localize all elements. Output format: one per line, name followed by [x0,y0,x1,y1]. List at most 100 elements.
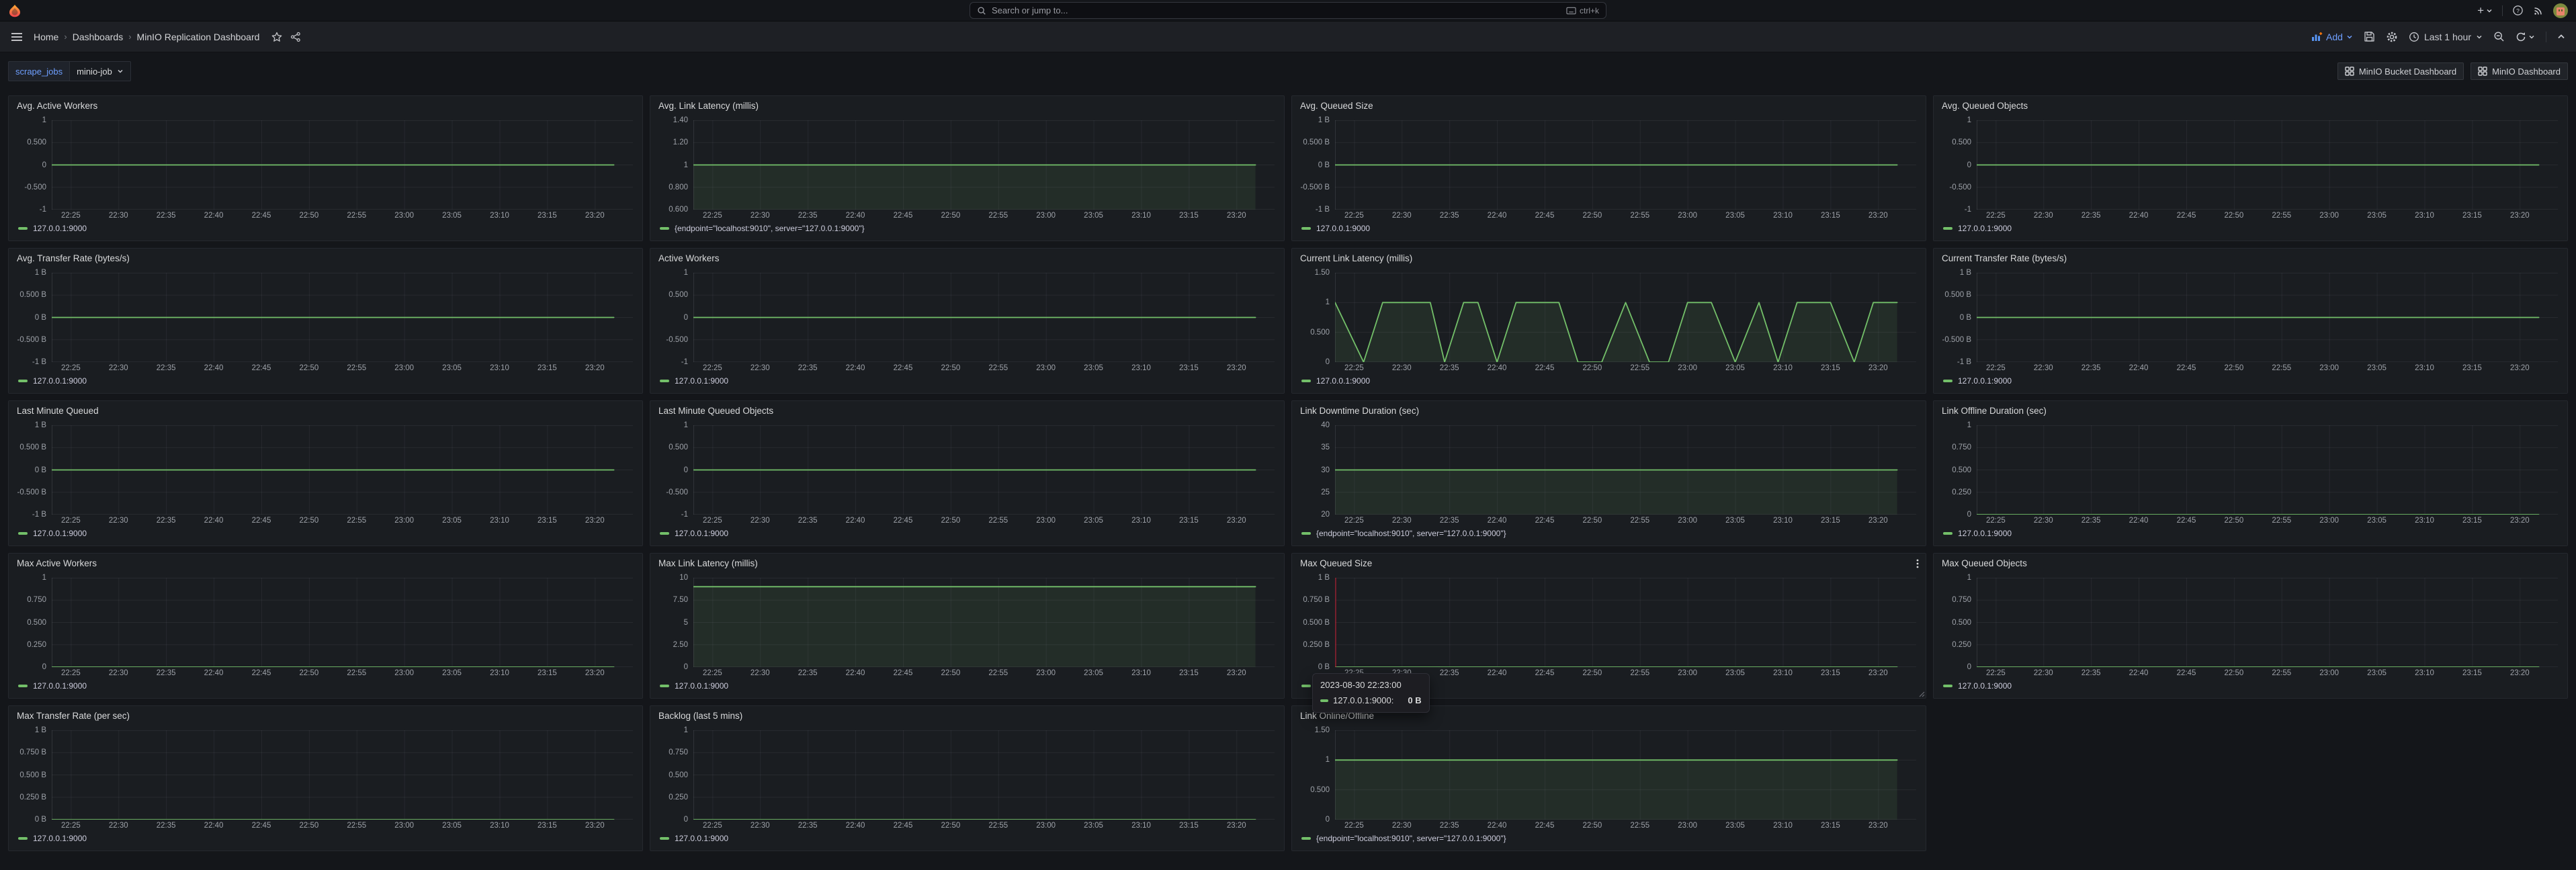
add-panel-button[interactable]: Add [2311,32,2353,42]
legend-item[interactable]: {endpoint="localhost:9010", server="127.… [1301,834,1506,843]
legend-item[interactable]: {endpoint="localhost:9010", server="127.… [1301,529,1506,538]
panel-header[interactable]: Backlog (last 5 mins) [650,706,1284,726]
chart-plot[interactable] [693,120,1275,210]
x-tick-label: 23:05 [437,364,467,372]
chart-plot[interactable] [693,730,1275,820]
minio-bucket-dashboard-link[interactable]: MinIO Bucket Dashboard [2337,62,2464,80]
panel-header[interactable]: Avg. Active Workers [9,96,642,116]
chart-plot[interactable] [52,425,633,515]
chart-svg [1335,425,1916,515]
menu-toggle-button[interactable] [11,32,23,42]
chart-plot[interactable] [1335,730,1916,820]
chart-plot[interactable] [52,120,633,210]
legend-item[interactable]: 127.0.0.1:9000 [1943,224,2012,233]
legend-item[interactable]: 127.0.0.1:9000 [660,529,728,538]
chart-plot[interactable] [693,273,1275,362]
help-button[interactable]: ? [2512,5,2524,16]
panel-header[interactable]: Max Transfer Rate (per sec) [9,706,642,726]
y-axis: 1.5010.5000 [1292,273,1330,362]
chart-svg [52,120,633,210]
x-tick-label: 23:15 [1815,822,1845,830]
refresh-button[interactable] [2516,32,2535,42]
legend-item[interactable]: 127.0.0.1:9000 [1301,224,1370,233]
chart-plot[interactable] [52,273,633,362]
legend-item[interactable]: 127.0.0.1:9000 [660,834,728,843]
panel-header[interactable]: Avg. Transfer Rate (bytes/s) [9,249,642,269]
chart-plot[interactable] [52,730,633,820]
save-dashboard-icon[interactable] [2364,31,2375,42]
panel-menu-icon[interactable] [1916,558,1919,568]
zoom-out-icon[interactable] [2493,31,2505,42]
star-icon[interactable] [271,32,282,42]
legend-item[interactable]: 127.0.0.1:9000 [18,224,87,233]
panel-resize-handle[interactable] [1918,691,1925,697]
legend-color-dash [1301,380,1311,382]
user-avatar[interactable] [2553,3,2568,18]
news-button[interactable] [2533,5,2544,16]
panel-header[interactable]: Link Downtime Duration (sec) [1292,401,1926,421]
chart-plot[interactable] [1335,120,1916,210]
chart-plot[interactable] [693,578,1275,667]
search-shortcut-hint: ctrl+k [1566,6,1599,15]
settings-gear-icon[interactable] [2386,31,2398,43]
x-tick-label: 23:05 [1079,517,1109,525]
panel-header[interactable]: Avg. Queued Objects [1934,96,2567,116]
chart-plot[interactable] [52,578,633,667]
search-input[interactable]: Search or jump to... ctrl+k [970,2,1606,19]
chart-plot[interactable] [1977,578,2558,667]
x-tick-label: 23:20 [1863,364,1893,372]
grafana-logo[interactable] [8,4,22,17]
dashboard-panel: Link Downtime Duration (sec) 4035302520 … [1291,400,1926,546]
variable-value-dropdown[interactable]: minio-job [69,61,131,81]
panel-header[interactable]: Avg. Queued Size [1292,96,1926,116]
panel-header[interactable]: Avg. Link Latency (millis) [650,96,1284,116]
panel-header[interactable]: Active Workers [650,249,1284,269]
chart-plot[interactable] [1977,120,2558,210]
panel-header[interactable]: Max Queued Size [1292,554,1926,574]
minio-dashboard-link[interactable]: MinIO Dashboard [2471,62,2568,80]
y-tick-label: 25 [1321,488,1330,496]
chart-plot[interactable] [1977,425,2558,515]
new-menu-button[interactable]: + [2477,5,2493,16]
collapse-up-icon[interactable] [2557,33,2565,41]
x-tick-label: 23:20 [580,364,609,372]
panel-header[interactable]: Last Minute Queued Objects [650,401,1284,421]
chart-plot[interactable] [693,425,1275,515]
legend-item[interactable]: 127.0.0.1:9000 [1943,376,2012,386]
y-tick-label: 0.750 B [1303,596,1330,604]
chart-plot[interactable] [1335,425,1916,515]
panel-header[interactable]: Max Link Latency (millis) [650,554,1284,574]
legend-item[interactable]: 127.0.0.1:9000 [660,376,728,386]
x-tick-label: 23:00 [1673,822,1703,830]
breadcrumb-dashboards[interactable]: Dashboards [73,32,124,42]
legend-item[interactable]: 127.0.0.1:9000 [18,529,87,538]
y-tick-label: 0.800 [669,183,688,191]
legend-item[interactable]: 127.0.0.1:9000 [1943,681,2012,691]
legend-item[interactable]: 127.0.0.1:9000 [18,834,87,843]
breadcrumb-home[interactable]: Home [34,32,58,42]
legend-item[interactable]: 127.0.0.1:9000 [18,681,87,691]
y-axis: 1.401.2010.8000.600 [650,120,688,210]
x-tick-label: 22:55 [2267,364,2296,372]
panel-header[interactable]: Link Offline Duration (sec) [1934,401,2567,421]
time-range-picker[interactable]: Last 1 hour [2409,32,2483,42]
chart-plot[interactable] [1977,273,2558,362]
chart-plot[interactable] [1335,578,1916,667]
legend-item[interactable]: 127.0.0.1:9000 [1301,376,1370,386]
legend-item[interactable]: {endpoint="localhost:9010", server="127.… [660,224,865,233]
panel-header[interactable]: Current Link Latency (millis) [1292,249,1926,269]
x-tick-label: 22:50 [294,517,324,525]
y-tick-label: 0 [1967,161,1971,169]
panel-header[interactable]: Max Active Workers [9,554,642,574]
panel-header[interactable]: Max Queued Objects [1934,554,2567,574]
legend-item[interactable]: 127.0.0.1:9000 [660,681,728,691]
x-tick-label: 22:45 [888,822,918,830]
panel-header[interactable]: Last Minute Queued [9,401,642,421]
share-icon[interactable] [290,32,301,42]
legend-item[interactable]: 127.0.0.1:9000 [1943,529,2012,538]
legend-item[interactable]: 127.0.0.1:9000 [18,376,87,386]
chart-plot[interactable] [1335,273,1916,362]
panel-header[interactable]: Current Transfer Rate (bytes/s) [1934,249,2567,269]
x-tick-label: 23:20 [1221,364,1251,372]
x-tick-label: 22:55 [1625,212,1655,220]
